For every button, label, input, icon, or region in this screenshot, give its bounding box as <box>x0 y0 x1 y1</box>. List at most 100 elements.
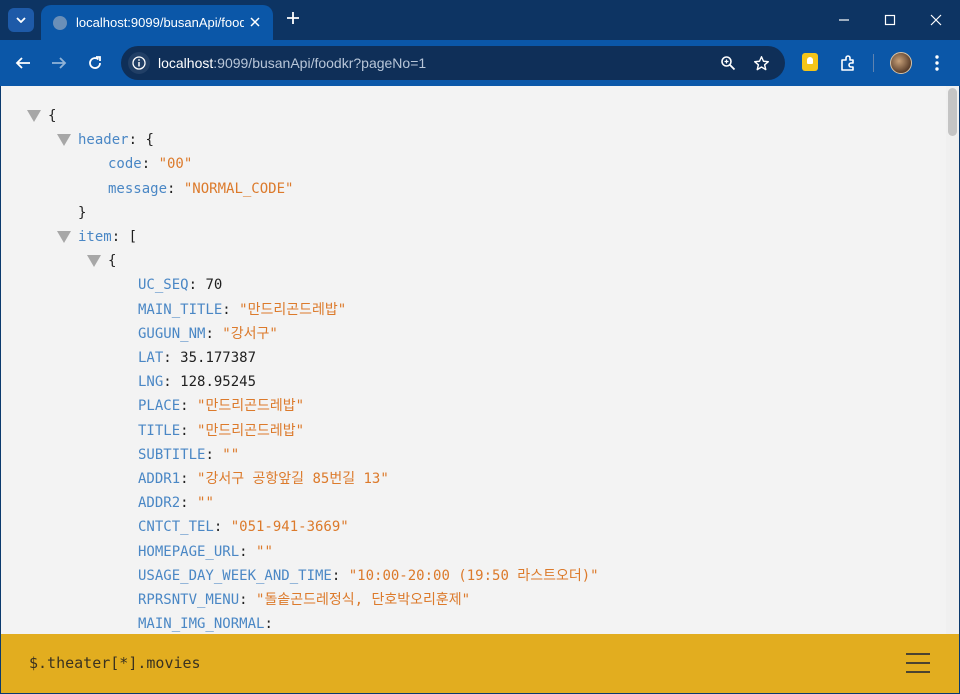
jsonpath-filter-bar: $.theater[*].movies <box>1 634 959 693</box>
json-value: [ <box>128 229 138 245</box>
json-key: PLACE <box>138 398 181 415</box>
json-colon: : <box>331 567 349 584</box>
json-key: header <box>78 132 129 149</box>
url-path: :9099/busanApi/foodkr?pageNo=1 <box>213 55 427 71</box>
json-line: GUGUN_NM: "강서구" <box>138 322 278 346</box>
json-line: } <box>78 201 86 225</box>
json-key: LNG <box>138 374 164 391</box>
json-value: "" <box>197 495 214 512</box>
json-key: SUBTITLE <box>138 446 206 463</box>
json-key: LAT <box>138 350 164 366</box>
minimize-icon[interactable] <box>832 8 856 32</box>
json-value: "051-941-3669" <box>230 519 349 536</box>
json-value: "강서구 공항앞길 85번길 13" <box>197 471 389 487</box>
json-colon: : <box>222 301 240 318</box>
zoom-icon[interactable] <box>717 52 739 74</box>
json-value: "강서구" <box>222 325 278 342</box>
json-line: SUBTITLE: "" <box>138 443 239 467</box>
scroll-thumb[interactable] <box>948 88 957 136</box>
collapse-toggle-icon[interactable] <box>57 231 71 243</box>
reload-icon[interactable] <box>83 51 107 75</box>
json-key: RPRSNTV_MENU <box>138 592 240 608</box>
json-colon: : <box>180 471 198 487</box>
collapse-toggle-icon[interactable] <box>27 110 41 122</box>
plus-icon[interactable] <box>283 9 303 29</box>
json-bracket: { <box>48 108 57 124</box>
hamburger-menu-icon[interactable] <box>906 652 930 674</box>
json-line: TITLE: "만드리곤드레밥" <box>138 419 304 443</box>
puzzle-icon[interactable] <box>836 51 860 75</box>
url-host: localhost <box>158 55 214 71</box>
json-line: UC_SEQ: 70 <box>138 273 222 297</box>
json-colon: : <box>180 398 198 415</box>
json-key: ADDR1 <box>138 471 181 487</box>
json-viewer: {header: {code: "00" message: "NORMAL_COD… <box>1 86 959 634</box>
site-info-icon[interactable] <box>128 52 150 74</box>
json-key: UC_SEQ <box>138 277 189 294</box>
json-colon: : <box>205 325 223 342</box>
json-value: "" <box>256 543 273 560</box>
json-value: "NORMAL_CODE" <box>183 180 294 197</box>
json-value: "만드리곤드레밥" <box>239 301 347 318</box>
json-bracket: } <box>78 204 87 221</box>
json-line[interactable]: { <box>87 249 116 273</box>
star-icon[interactable] <box>750 52 772 74</box>
close-window-icon[interactable] <box>924 8 948 32</box>
json-bracket: { <box>108 253 117 270</box>
keep-extension-icon[interactable] <box>802 53 818 71</box>
json-line: MAIN_IMG_NORMAL: <box>138 612 281 634</box>
scrollbar[interactable] <box>946 86 959 634</box>
collapse-toggle-icon[interactable] <box>57 134 71 147</box>
json-key: GUGUN_NM <box>138 325 206 342</box>
url-text[interactable]: localhost:9099/busanApi/foodkr?pageNo=1 <box>158 55 426 71</box>
json-key: HOMEPAGE_URL <box>138 543 240 560</box>
json-line: code: "00" <box>108 152 192 176</box>
json-colon: : <box>264 616 282 633</box>
json-line: PLACE: "만드리곤드레밥" <box>138 394 304 418</box>
json-colon: : <box>213 519 231 536</box>
json-colon: : <box>128 132 146 149</box>
jsonpath-filter-input[interactable]: $.theater[*].movies <box>29 654 201 672</box>
kebab-menu-icon[interactable] <box>925 51 949 75</box>
collapse-toggle-icon[interactable] <box>87 255 101 268</box>
json-line: HOMEPAGE_URL: "" <box>138 540 273 564</box>
json-line: ADDR1: "강서구 공항앞길 85번길 13" <box>138 467 389 491</box>
json-line: USAGE_DAY_WEEK_AND_TIME: "10:00-20:00 (1… <box>138 564 599 588</box>
json-colon: : <box>188 277 206 294</box>
json-value: 35.177387 <box>180 350 257 366</box>
json-key: code <box>108 156 142 173</box>
globe-icon <box>53 15 67 30</box>
json-line[interactable]: header: { <box>57 128 154 152</box>
json-colon: : <box>167 180 184 197</box>
json-key: ADDR2 <box>138 495 181 512</box>
json-colon: : <box>163 374 181 391</box>
json-key: MAIN_TITLE <box>138 301 223 318</box>
json-value: 70 <box>205 277 223 294</box>
json-line: LNG: 128.95245 <box>138 370 256 394</box>
json-value: "돌솥곤드레정식, 단호박오리훈제" <box>256 592 471 608</box>
json-line: ADDR2: "" <box>138 491 214 515</box>
json-line[interactable]: item: [ <box>57 225 137 249</box>
json-value: "만드리곤드레밥" <box>197 422 305 439</box>
active-tab[interactable]: localhost:9099/busanApi/foodkr?pageNo=1 <box>41 5 273 40</box>
forward-icon[interactable] <box>47 51 71 75</box>
json-colon: : <box>180 422 198 439</box>
json-line: MAIN_TITLE: "만드리곤드레밥" <box>138 298 346 322</box>
json-value: "10:00-20:00 (19:50 라스트오더)" <box>348 567 599 584</box>
json-line[interactable]: { <box>27 104 56 128</box>
avatar[interactable] <box>890 52 912 74</box>
address-bar[interactable]: localhost:9099/busanApi/foodkr?pageNo=1 <box>121 46 785 80</box>
json-colon: : <box>239 543 257 560</box>
json-colon: : <box>141 156 159 173</box>
json-value: "" <box>222 446 240 463</box>
maximize-icon[interactable] <box>878 8 902 32</box>
tab-search-icon[interactable] <box>8 8 34 32</box>
json-value: "00" <box>158 156 193 173</box>
back-icon[interactable] <box>11 51 35 75</box>
tab-strip: localhost:9099/busanApi/foodkr?pageNo=1 <box>0 0 960 40</box>
close-icon[interactable] <box>247 14 263 30</box>
json-colon: : <box>180 495 198 512</box>
json-value: "만드리곤드레밥" <box>197 398 305 415</box>
json-colon: : <box>239 592 257 608</box>
json-key: item <box>78 229 112 245</box>
